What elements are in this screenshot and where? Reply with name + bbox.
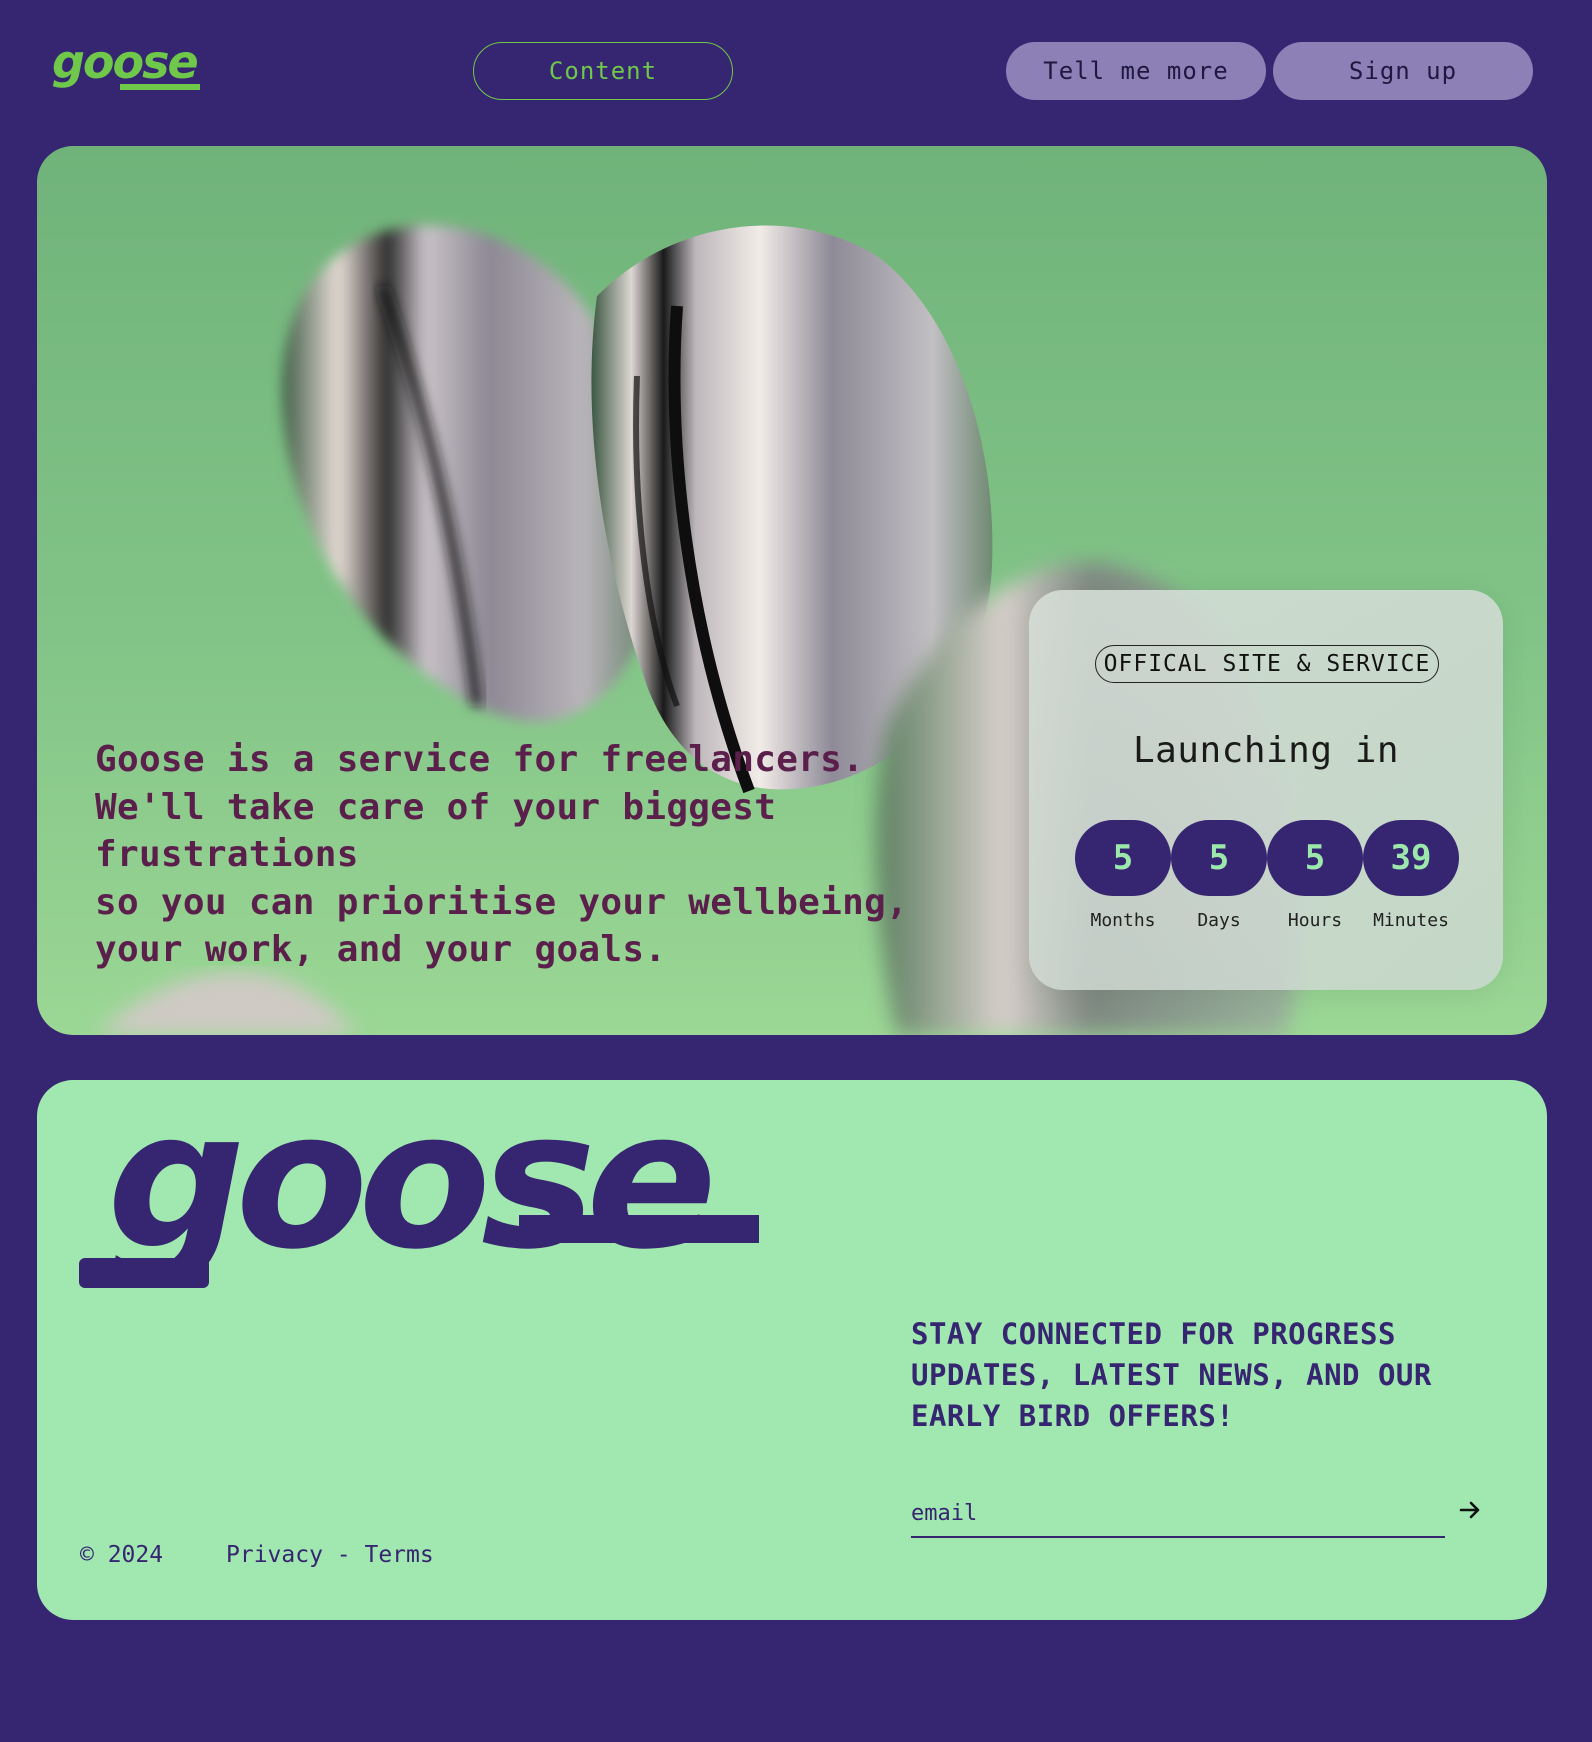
goose-logo-large: goose — [79, 1118, 759, 1291]
countdown-minutes: 39 Minutes — [1363, 820, 1459, 931]
hero-description: Goose is a service for freelancers. We'l… — [95, 736, 915, 974]
official-site-badge: OFFICAL SITE & SERVICE — [1095, 645, 1439, 683]
legal-separator: - — [322, 1542, 365, 1568]
terms-link[interactable]: Terms — [364, 1542, 433, 1568]
hero-description-line: We'll take care of your biggest — [95, 786, 777, 828]
hero-description-line: so you can prioritise your wellbeing, — [95, 881, 909, 923]
email-input[interactable] — [911, 1490, 1445, 1538]
countdown-months: 5 Months — [1075, 820, 1171, 931]
nav-content-button[interactable]: Content — [473, 42, 733, 100]
countdown-hours: 5 Hours — [1267, 820, 1363, 931]
hero-description-line: your work, and your goals. — [95, 929, 667, 970]
hero-description-line: Goose is a service for freelancers. — [95, 739, 865, 780]
newsletter-heading: STAY CONNECTED FOR PROGRESS UPDATES, LAT… — [911, 1317, 1432, 1433]
countdown-months-value: 5 — [1075, 820, 1171, 896]
launching-in-title: Launching in — [1132, 730, 1400, 771]
countdown-hours-label: Hours — [1287, 910, 1343, 931]
nav-content-label: Content — [548, 57, 658, 85]
nav-sign-up-label: Sign up — [1348, 57, 1458, 85]
countdown-minutes-value: 39 — [1363, 820, 1459, 896]
copyright-text: © 2024 — [80, 1542, 164, 1568]
nav-sign-up-button[interactable]: Sign up — [1273, 42, 1533, 100]
arrow-right-icon — [1459, 1501, 1480, 1519]
countdown-hours-value: 5 — [1267, 820, 1363, 896]
nav-tell-me-more-label: Tell me more — [1043, 57, 1229, 85]
countdown-months-label: Months — [1090, 910, 1156, 931]
nav-tell-me-more-button[interactable]: Tell me more — [1006, 42, 1266, 100]
hero-description-line: frustrations — [95, 834, 359, 875]
countdown-days-value: 5 — [1171, 820, 1267, 896]
legal-links: Privacy - Terms — [226, 1542, 434, 1568]
privacy-link[interactable]: Privacy — [226, 1542, 323, 1568]
email-submit-button[interactable] — [1455, 1490, 1485, 1530]
countdown-card: OFFICAL SITE & SERVICE Launching in 5 Mo… — [1029, 590, 1503, 990]
newsletter-footer-section: goose STAY CONNECTED FOR PROGRESS UPDATE… — [37, 1080, 1547, 1620]
logo-text: goose — [52, 40, 198, 89]
goose-logo-small[interactable]: goose — [50, 40, 202, 100]
countdown-days-label: Days — [1197, 910, 1241, 931]
countdown-minutes-label: Minutes — [1373, 910, 1449, 931]
hero-section: Goose is a service for freelancers. We'l… — [37, 146, 1547, 1035]
badge-label: OFFICAL SITE & SERVICE — [1103, 651, 1431, 677]
countdown-days: 5 Days — [1171, 820, 1267, 931]
